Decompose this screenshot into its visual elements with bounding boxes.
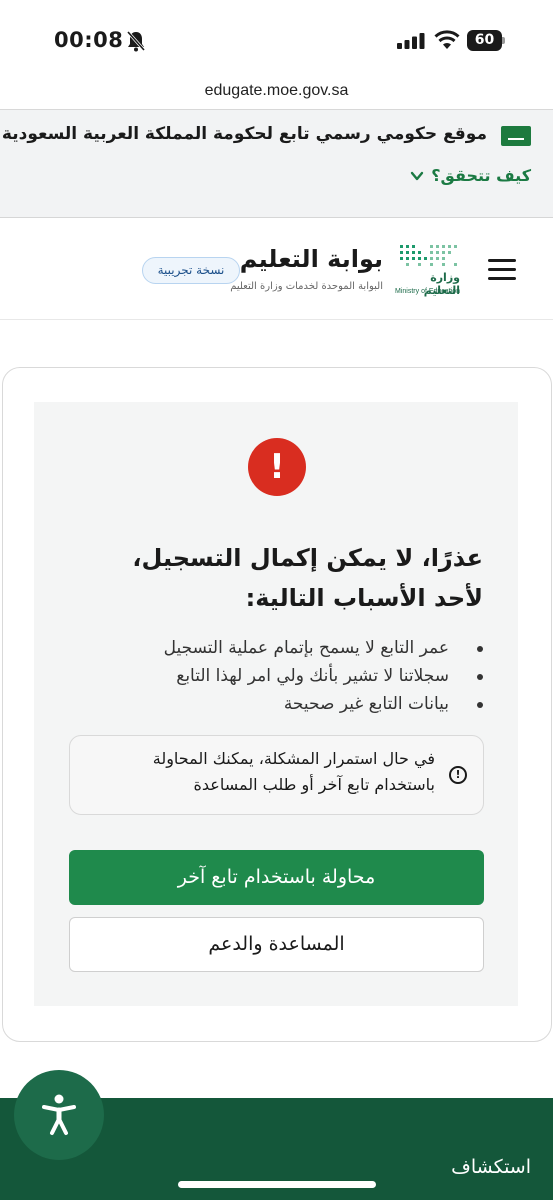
status-bar: 00:08 60	[0, 0, 553, 72]
saudi-flag-icon	[501, 126, 531, 146]
ministry-name-en: Ministry of Education	[395, 288, 460, 295]
info-icon: !	[449, 766, 467, 784]
accessibility-button[interactable]	[14, 1070, 104, 1160]
reasons-list: عمر التابع لا يسمح بإتمام عملية التسجيل …	[164, 634, 484, 718]
url-bar[interactable]: edugate.moe.gov.sa	[0, 72, 553, 110]
moe-logo-dots-icon	[400, 245, 457, 266]
brand-subtitle: البوابة الموحدة لخدمات وزارة التعليم	[230, 281, 383, 292]
help-support-button[interactable]: المساعدة والدعم	[69, 917, 484, 972]
verify-label: كيف تتحقق؟	[431, 166, 531, 185]
signal-icon	[397, 33, 425, 49]
try-another-dependent-button[interactable]: محاولة باستخدام تابع آخر	[69, 850, 484, 905]
gov-banner-text: موقع حكومي رسمي تابع لحكومة المملكة العر…	[1, 124, 487, 144]
list-item: عمر التابع لا يسمح بإتمام عملية التسجيل	[164, 634, 484, 662]
home-indicator[interactable]	[178, 1181, 376, 1188]
moe-logo: وزارة التعليم Ministry of Education	[392, 241, 464, 299]
battery-icon: 60	[467, 30, 505, 51]
error-title: عذرًا، لا يمكن إكمال التسجيل، لأحد الأسب…	[132, 544, 483, 612]
accessibility-icon	[42, 1094, 76, 1135]
error-alert-icon: !	[248, 438, 306, 496]
brand-title[interactable]: بوابة التعليم	[240, 245, 383, 273]
status-time: 00:08	[54, 28, 124, 52]
hamburger-menu-icon[interactable]	[488, 259, 516, 281]
site-header: وزارة التعليم Ministry of Education بواب…	[0, 219, 553, 320]
wifi-icon	[434, 30, 460, 49]
gov-banner: موقع حكومي رسمي تابع لحكومة المملكة العر…	[0, 110, 553, 218]
bell-slash-icon	[126, 31, 146, 52]
info-text: في حال استمرار المشكلة، يمكنك المحاولة ب…	[152, 749, 435, 794]
beta-badge: نسخة تجريبية	[142, 257, 240, 284]
info-notice: ! في حال استمرار المشكلة، يمكنك المحاولة…	[69, 735, 484, 815]
list-item: بيانات التابع غير صحيحة	[164, 690, 484, 718]
list-item: سجلاتنا لا تشير بأنك ولي امر لهذا التابع	[164, 662, 484, 690]
chevron-down-icon	[411, 171, 424, 180]
battery-level: 60	[467, 30, 502, 51]
verify-toggle[interactable]: كيف تتحقق؟	[409, 166, 531, 185]
explore-link[interactable]: استكشاف	[451, 1156, 531, 1178]
